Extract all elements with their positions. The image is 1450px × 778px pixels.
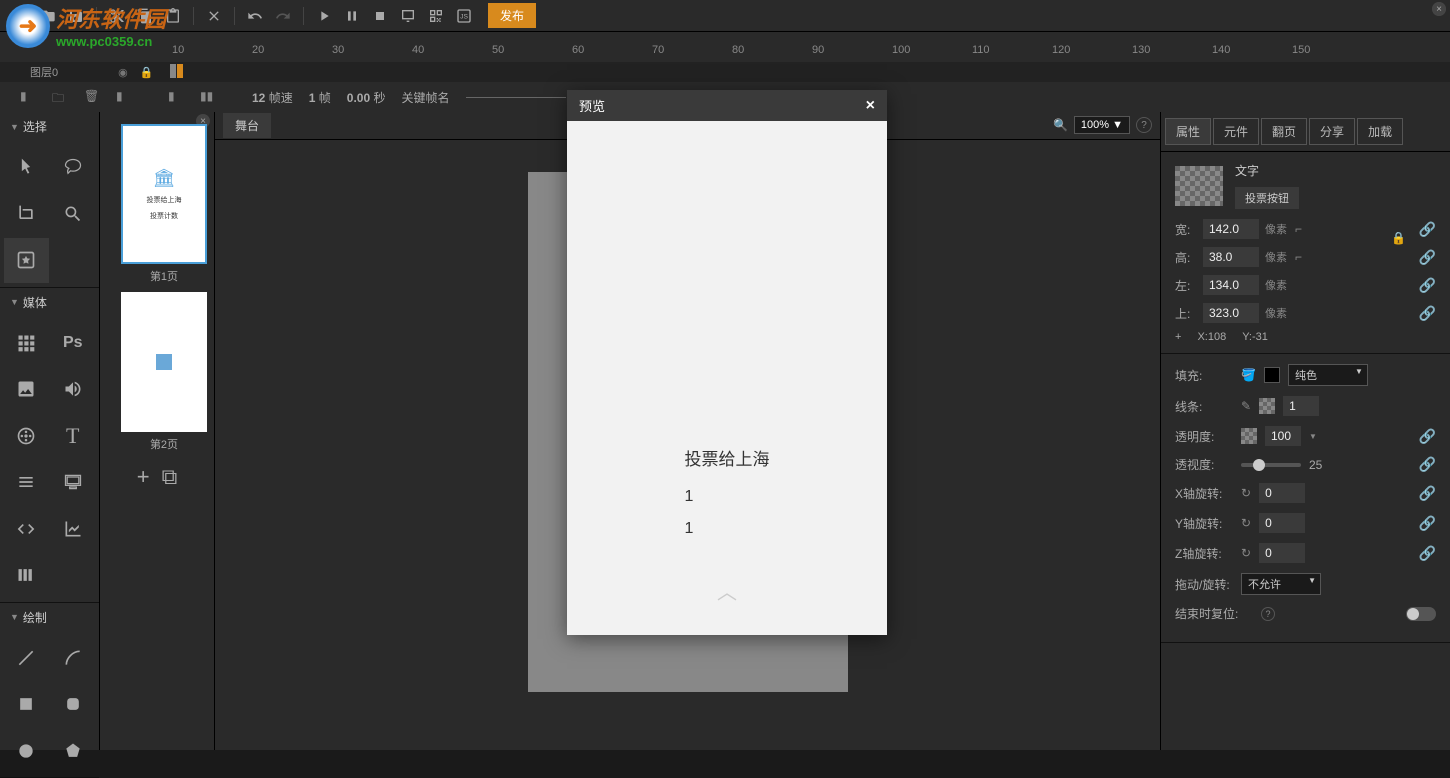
vote-count-2: 1 [685, 520, 770, 538]
close-icon[interactable]: × [866, 97, 875, 115]
modal-overlay: 预览 × 投票给上海 1 1 ︿ [0, 0, 1450, 750]
preview-modal: 预览 × 投票给上海 1 1 ︿ [567, 90, 887, 635]
vote-count-1: 1 [685, 488, 770, 506]
vote-text: 投票给上海 [685, 445, 770, 470]
modal-title: 预览 [579, 96, 605, 115]
chevron-up-icon: ︿ [717, 576, 737, 605]
